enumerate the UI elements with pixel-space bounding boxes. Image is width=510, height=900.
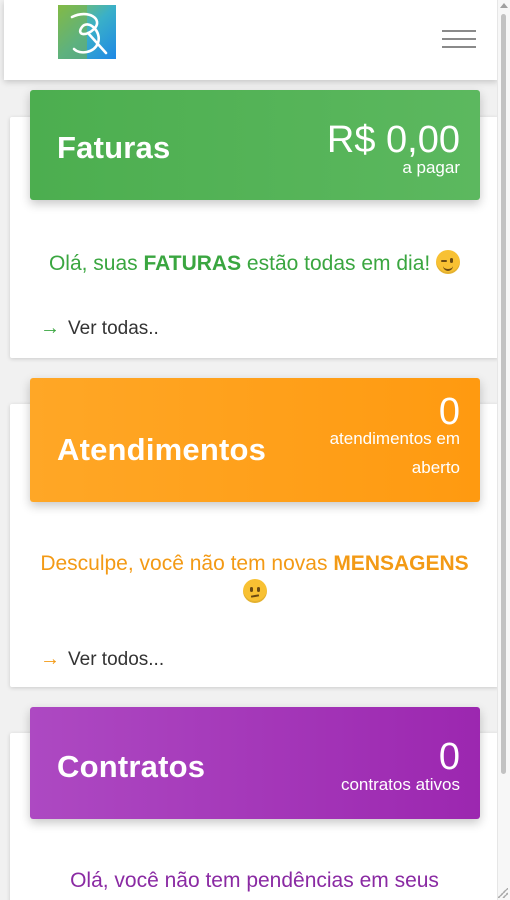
atendimentos-subtitle-line1: atendimentos em: [329, 429, 460, 448]
atendimentos-message: Desculpe, você não tem novas MENSAGENS: [10, 549, 499, 607]
atendimentos-see-all-link[interactable]: → Ver todos...: [40, 648, 164, 671]
atendimentos-subtitle-line2: aberto: [411, 458, 460, 477]
faturas-banner[interactable]: Faturas R$ 0,00 a pagar: [30, 90, 480, 200]
arrow-right-icon: →: [40, 317, 60, 339]
scroll-up-arrow-icon[interactable]: [500, 3, 508, 8]
atendimentos-message-pre: Desculpe, você não tem novas: [40, 552, 334, 575]
faturas-title: Faturas: [57, 130, 171, 165]
atendimentos-message-bold: MENSAGENS: [333, 552, 469, 575]
app-screen: Faturas R$ 0,00 a pagar Olá, suas FATURA…: [0, 0, 510, 900]
faturas-see-all-label: Ver todas..: [68, 318, 159, 339]
contratos-banner[interactable]: Contratos 0 contratos ativos: [30, 707, 480, 819]
menu-line: [442, 46, 476, 48]
contratos-title: Contratos: [57, 749, 206, 784]
arrow-right-icon: →: [40, 648, 60, 670]
scrollbar[interactable]: [497, 0, 510, 900]
winking-face-icon: [436, 250, 461, 274]
atendimentos-banner[interactable]: Atendimentos 0 atendimentos em aberto: [30, 378, 480, 502]
resize-grip-icon[interactable]: [498, 888, 508, 898]
contratos-subtitle: contratos ativos: [340, 775, 460, 794]
atendimentos-title: Atendimentos: [57, 432, 267, 467]
logo-icon[interactable]: [58, 5, 116, 59]
faturas-message-post: estão todas em dia!: [241, 252, 431, 275]
atendimentos-see-all-label: Ver todos...: [68, 649, 165, 670]
menu-line: [442, 30, 476, 32]
faturas-subtitle: a pagar: [402, 158, 460, 177]
faturas-see-all-link[interactable]: → Ver todas..: [40, 317, 159, 340]
scrollbar-thumb[interactable]: [501, 14, 506, 774]
faturas-message: Olá, suas FATURAS estão todas em dia!: [10, 249, 499, 278]
app-header: [4, 0, 498, 80]
contratos-message: Olá, você não tem pendências em seus: [70, 869, 439, 892]
faturas-message-pre: Olá, suas: [48, 252, 144, 275]
hamburger-menu-icon[interactable]: [442, 28, 476, 50]
confused-face-icon: [242, 579, 267, 603]
menu-line: [442, 38, 476, 40]
faturas-message-bold: FATURAS: [143, 252, 242, 275]
